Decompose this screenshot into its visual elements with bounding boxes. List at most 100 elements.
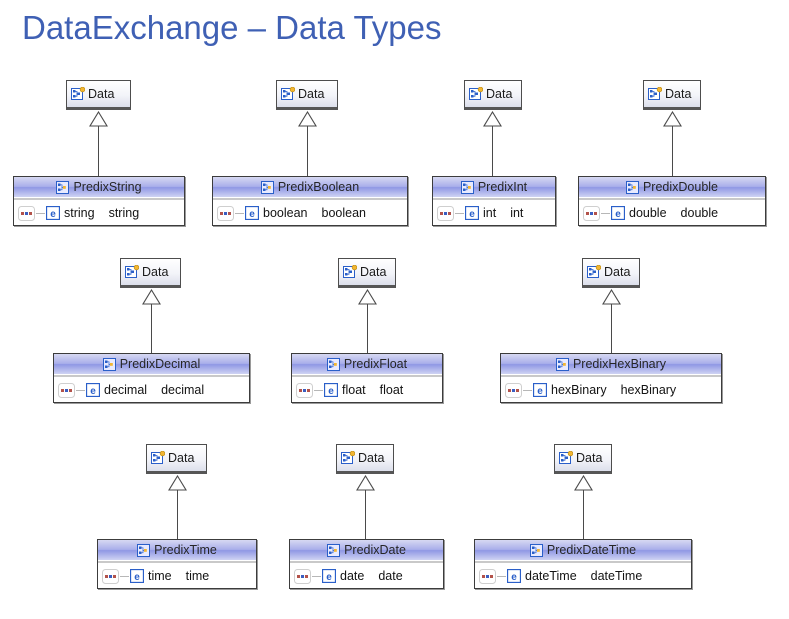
data-interface-box[interactable]: Data <box>66 80 131 110</box>
generalization-triangle <box>358 289 377 305</box>
generalization-line <box>611 304 612 353</box>
attribute-row[interactable]: e hexBinary hexBinary <box>505 382 721 398</box>
data-interface-box[interactable]: Data <box>643 80 701 110</box>
xsd-element-e-icon: e <box>46 206 60 220</box>
class-box[interactable]: PredixTime e time time <box>97 539 257 589</box>
xsd-complex-type-icon <box>102 357 116 371</box>
data-interface-box[interactable]: Data <box>336 444 394 474</box>
xsd-element-e-icon: e <box>611 206 625 220</box>
class-box[interactable]: PredixDouble e double double <box>578 176 766 226</box>
class-header: PredixDouble <box>579 177 765 200</box>
xsd-sequence-icon <box>479 568 496 584</box>
data-interface-box[interactable]: Data <box>554 444 612 474</box>
xsd-complex-type-icon <box>326 357 340 371</box>
attribute-connector <box>601 212 610 214</box>
attribute-name: date <box>340 569 365 583</box>
attribute-connector <box>314 389 323 391</box>
attribute-row[interactable]: e boolean boolean <box>217 205 407 221</box>
attribute-connector <box>76 389 85 391</box>
class-box[interactable]: PredixDateTime e dateTime dateTime <box>474 539 692 589</box>
xsd-sequence-icon <box>505 382 522 398</box>
class-header: PredixString <box>14 177 184 200</box>
attribute-type: string <box>108 206 140 220</box>
class-header: PredixDecimal <box>54 354 249 377</box>
data-interface-box[interactable]: Data <box>582 258 640 288</box>
attribute-row[interactable]: e float float <box>296 382 442 398</box>
attribute-connector <box>523 389 532 391</box>
xsd-element-e-icon: e <box>322 569 336 583</box>
xsd-element-e-icon: e <box>324 383 338 397</box>
svg-text:e: e <box>615 209 621 220</box>
xsd-element-icon <box>151 451 165 465</box>
data-interface-box[interactable]: Data <box>276 80 338 110</box>
data-interface-box[interactable]: Data <box>338 258 396 288</box>
xsd-element-icon <box>125 265 139 279</box>
attribute-name: dateTime <box>525 569 577 583</box>
attribute-row[interactable]: e time time <box>102 568 256 584</box>
class-name: PredixDateTime <box>546 543 637 557</box>
attribute-name: time <box>148 569 172 583</box>
class-attributes: e float float <box>292 375 442 402</box>
class-attributes: e time time <box>98 561 256 588</box>
attribute-row[interactable]: e dateTime dateTime <box>479 568 691 584</box>
svg-text:e: e <box>249 209 255 220</box>
xsd-complex-type-icon <box>137 543 151 557</box>
class-name: PredixDecimal <box>119 357 201 371</box>
generalization-line <box>177 490 178 539</box>
xsd-complex-type-icon <box>260 180 274 194</box>
svg-text:e: e <box>511 572 517 583</box>
class-box[interactable]: PredixInt e int int <box>432 176 556 226</box>
xsd-element-e-icon: e <box>507 569 521 583</box>
data-interface-label: Data <box>88 87 115 101</box>
attribute-connector <box>120 575 129 577</box>
data-interface-box[interactable]: Data <box>464 80 522 110</box>
attribute-row[interactable]: e date date <box>294 568 443 584</box>
class-name: PredixBoolean <box>277 180 360 194</box>
class-box[interactable]: PredixString e string string <box>13 176 185 226</box>
attribute-name: hexBinary <box>551 383 607 397</box>
data-interface-label: Data <box>604 265 631 279</box>
xsd-complex-type-icon <box>56 180 70 194</box>
class-header: PredixHexBinary <box>501 354 721 377</box>
generalization-line <box>672 126 673 176</box>
xsd-element-e-icon: e <box>465 206 479 220</box>
class-name: PredixHexBinary <box>572 357 667 371</box>
svg-text:e: e <box>134 572 140 583</box>
svg-text:e: e <box>328 386 334 397</box>
data-interface-label: Data <box>665 87 692 101</box>
class-box[interactable]: PredixBoolean e boolean boolean <box>212 176 408 226</box>
svg-text:e: e <box>90 386 96 397</box>
class-header: PredixDate <box>290 540 443 563</box>
class-header: PredixInt <box>433 177 555 200</box>
xsd-element-icon <box>559 451 573 465</box>
class-attributes: e hexBinary hexBinary <box>501 375 721 402</box>
xsd-element-e-icon: e <box>130 569 144 583</box>
svg-text:e: e <box>326 572 332 583</box>
xsd-element-icon <box>648 87 662 101</box>
attribute-row[interactable]: e decimal decimal <box>58 382 249 398</box>
data-interface-box[interactable]: Data <box>120 258 181 288</box>
attribute-row[interactable]: e string string <box>18 205 184 221</box>
class-attributes: e string string <box>14 198 184 225</box>
class-box[interactable]: PredixDate e date date <box>289 539 444 589</box>
generalization-line <box>307 126 308 176</box>
class-attributes: e boolean boolean <box>213 198 407 225</box>
data-interface-label: Data <box>360 265 387 279</box>
class-box[interactable]: PredixFloat e float float <box>291 353 443 403</box>
xsd-element-icon <box>587 265 601 279</box>
generalization-line <box>151 304 152 353</box>
attribute-type: date <box>378 569 403 583</box>
svg-text:e: e <box>537 386 543 397</box>
xsd-element-icon <box>71 87 85 101</box>
class-name: PredixDouble <box>642 180 719 194</box>
xsd-sequence-icon <box>18 205 35 221</box>
attribute-connector <box>312 575 321 577</box>
generalization-triangle <box>602 289 621 305</box>
class-box[interactable]: PredixDecimal e decimal decimal <box>53 353 250 403</box>
class-box[interactable]: PredixHexBinary e hexBinary hexBinary <box>500 353 722 403</box>
attribute-row[interactable]: e double double <box>583 205 765 221</box>
data-interface-box[interactable]: Data <box>146 444 207 474</box>
attribute-row[interactable]: e int int <box>437 205 555 221</box>
xsd-complex-type-icon <box>625 180 639 194</box>
data-interface-label: Data <box>358 451 385 465</box>
